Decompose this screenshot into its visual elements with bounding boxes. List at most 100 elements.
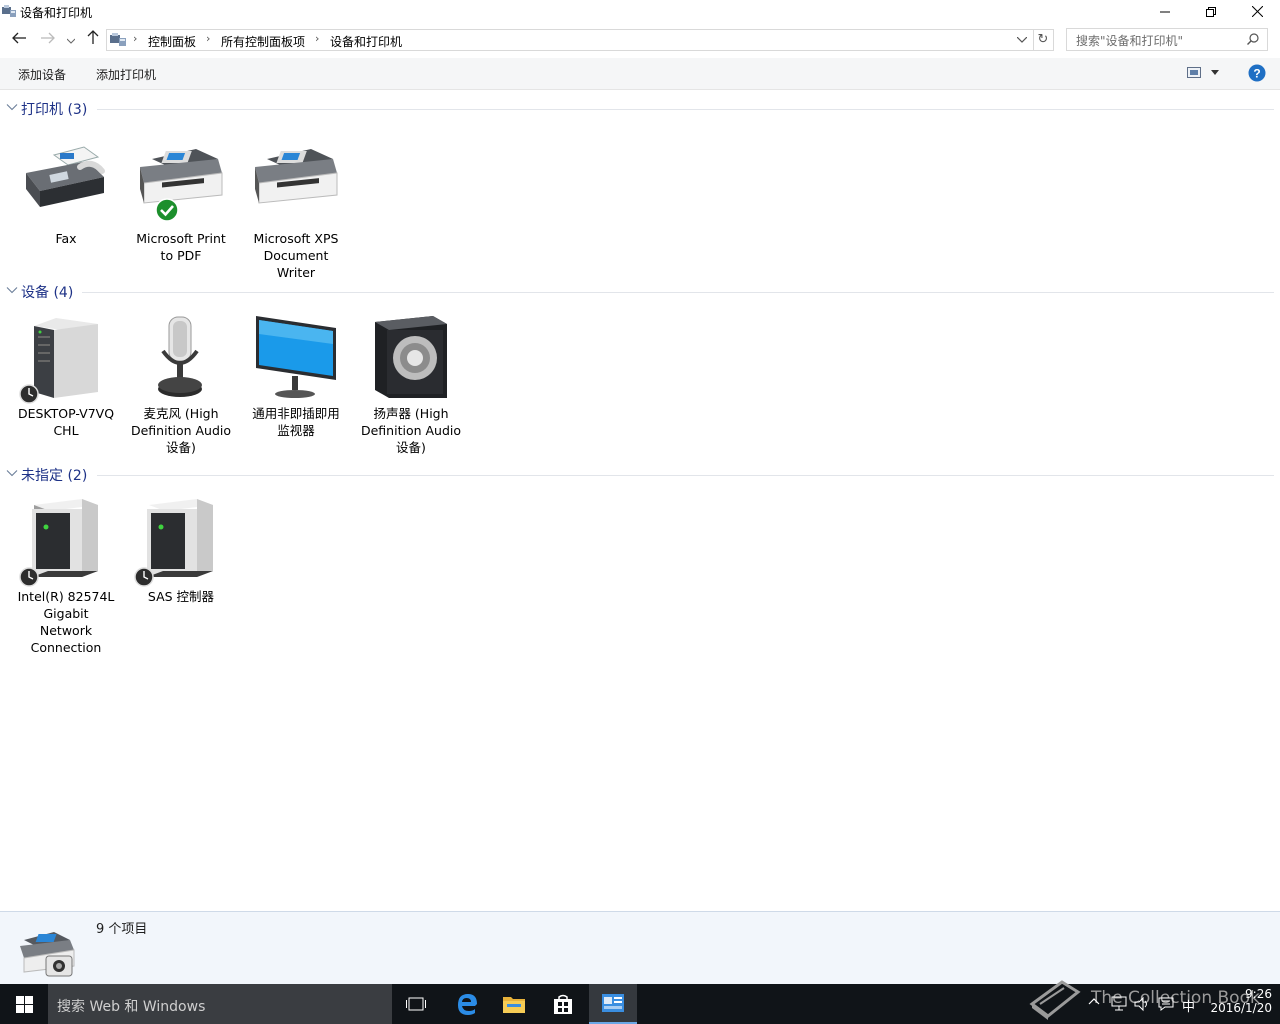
taskbar-search-box[interactable]: 搜索 Web 和 Windows: [48, 984, 392, 1024]
device-item-print-to-pdf[interactable]: Microsoft Print to PDF: [125, 137, 237, 277]
show-hidden-icons-icon[interactable]: [1088, 997, 1100, 1005]
chevron-down-icon: [66, 38, 76, 44]
default-check-icon: [155, 198, 179, 222]
breadcrumb-control-panel[interactable]: 控制面板: [148, 33, 196, 50]
minimize-button[interactable]: [1142, 0, 1188, 24]
group-label: 设备 (4): [21, 285, 74, 301]
network-icon[interactable]: [1111, 996, 1127, 1012]
address-history-chevron-icon[interactable]: [1017, 37, 1027, 43]
window-title: 设备和打印机: [20, 6, 93, 20]
device-caption: 通用非即插即用 监视器: [252, 406, 340, 438]
device-caption: SAS 控制器: [147, 589, 215, 604]
restore-button[interactable]: [1188, 0, 1234, 24]
view-options-chevron-icon[interactable]: [1211, 70, 1219, 75]
store-taskbar-button[interactable]: [539, 984, 587, 1024]
breadcrumb-all-items[interactable]: 所有控制面板项: [221, 33, 305, 50]
device-item-sas-controller[interactable]: SAS 控制器: [125, 495, 237, 605]
edge-browser-icon: [458, 994, 477, 1015]
monitor-icon: [256, 316, 336, 398]
group-divider: [97, 475, 1274, 476]
device-caption: Fax: [55, 231, 77, 246]
device-caption: 扬声器 (High Definition Audio 设备): [360, 406, 462, 455]
task-view-icon: [406, 997, 426, 1011]
device-caption: Microsoft Print to PDF: [136, 231, 226, 263]
task-view-button[interactable]: [392, 984, 440, 1024]
search-placeholder[interactable]: 搜索"设备和打印机": [1076, 32, 1183, 49]
details-pane: 9 个项目: [0, 911, 1280, 985]
breadcrumb-separator-icon[interactable]: ›: [315, 32, 319, 45]
devices-printers-large-icon: [20, 932, 75, 977]
device-caption: DESKTOP-V7VQ CHL: [17, 406, 115, 438]
breadcrumb-separator-icon[interactable]: ›: [206, 32, 210, 45]
device-item-speaker[interactable]: 扬声器 (High Definition Audio 设备): [355, 312, 467, 462]
minimize-icon: [1160, 11, 1170, 13]
ime-indicator[interactable]: 中: [1182, 996, 1195, 1015]
device-item-fax[interactable]: Fax: [10, 137, 122, 277]
restore-icon: [1206, 7, 1216, 17]
printer-icon: [140, 149, 223, 204]
search-box[interactable]: 搜索"设备和打印机": [1066, 28, 1268, 51]
taskbar: 搜索 Web 和 Windows The Collection Book 中 9…: [0, 980, 1280, 1024]
up-button[interactable]: [82, 28, 104, 50]
up-arrow-icon: [87, 30, 99, 44]
file-explorer-taskbar-button[interactable]: [490, 984, 538, 1024]
windows-logo-icon: [16, 996, 33, 1013]
computer-tower-icon: [34, 318, 98, 398]
group-divider: [82, 292, 1274, 293]
devices-printers-app-icon: [2, 5, 16, 17]
action-center-icon[interactable]: [1158, 996, 1174, 1012]
device-item-xps-writer[interactable]: Microsoft XPS Document Writer: [240, 137, 352, 280]
unspecified-device-icon: [147, 499, 213, 577]
group-label: 打印机 (3): [21, 102, 88, 118]
back-button[interactable]: [8, 28, 30, 50]
printer-icon: [255, 149, 338, 204]
device-item-microphone[interactable]: 麦克风 (High Definition Audio 设备): [125, 312, 237, 462]
title-bar: 设备和打印机: [0, 0, 1280, 24]
forward-arrow-icon: [41, 32, 55, 44]
clock-date: 2016/1/20: [1210, 1001, 1272, 1015]
breadcrumb-devices-printers[interactable]: 设备和打印机: [330, 33, 402, 50]
start-button[interactable]: [0, 984, 48, 1024]
item-count: 9 个项目: [96, 922, 148, 937]
group-label: 未指定 (2): [21, 468, 88, 484]
clock-overlay-icon: [19, 384, 39, 404]
unspecified-device-icon: [32, 499, 98, 577]
speaker-icon: [375, 316, 447, 398]
folder-icon: [503, 997, 525, 1013]
volume-icon[interactable]: [1134, 996, 1150, 1012]
device-item-monitor[interactable]: 通用非即插即用 监视器: [240, 312, 352, 462]
back-arrow-icon: [12, 32, 26, 44]
control-panel-taskbar-button[interactable]: [589, 984, 637, 1024]
clock-time: 9:26: [1245, 987, 1272, 1001]
device-item-network-adapter[interactable]: Intel(R) 82574L Gigabit Network Connecti…: [10, 495, 122, 660]
view-options-icon[interactable]: [1187, 67, 1201, 78]
device-item-desktop[interactable]: DESKTOP-V7VQ CHL: [10, 312, 122, 462]
add-printer-button[interactable]: 添加打印机: [96, 66, 156, 83]
control-panel-icon: [110, 33, 126, 46]
refresh-button[interactable]: ↻: [1033, 29, 1054, 51]
store-bag-icon: [554, 994, 572, 1014]
clock-overlay-icon: [134, 567, 154, 587]
clock[interactable]: 9:26 2016/1/20: [1200, 987, 1272, 1015]
device-caption: Intel(R) 82574L Gigabit Network Connecti…: [17, 589, 115, 655]
close-button[interactable]: [1234, 0, 1280, 24]
fax-icon: [26, 146, 105, 207]
command-bar: 添加设备 添加打印机 ?: [0, 58, 1280, 90]
forward-button[interactable]: [37, 28, 59, 50]
refresh-icon: ↻: [1037, 32, 1049, 47]
search-icon[interactable]: [1247, 33, 1259, 45]
address-bar[interactable]: › 控制面板 › 所有控制面板项 › 设备和打印机: [106, 29, 1034, 51]
help-icon[interactable]: ?: [1248, 64, 1266, 82]
group-divider: [97, 109, 1274, 110]
edge-taskbar-button[interactable]: [442, 984, 490, 1024]
add-device-button[interactable]: 添加设备: [18, 66, 66, 83]
recent-locations-button[interactable]: [62, 28, 80, 50]
taskbar-search-placeholder[interactable]: 搜索 Web 和 Windows: [57, 996, 205, 1016]
chevron-down-icon: [6, 287, 18, 294]
microphone-icon: [158, 316, 202, 397]
book-logo-icon: [1029, 980, 1081, 1020]
device-caption: 麦克风 (High Definition Audio 设备): [130, 406, 232, 455]
device-caption: Microsoft XPS Document Writer: [253, 231, 339, 280]
clock-overlay-icon: [19, 567, 39, 587]
breadcrumb-separator-icon[interactable]: ›: [133, 32, 137, 45]
